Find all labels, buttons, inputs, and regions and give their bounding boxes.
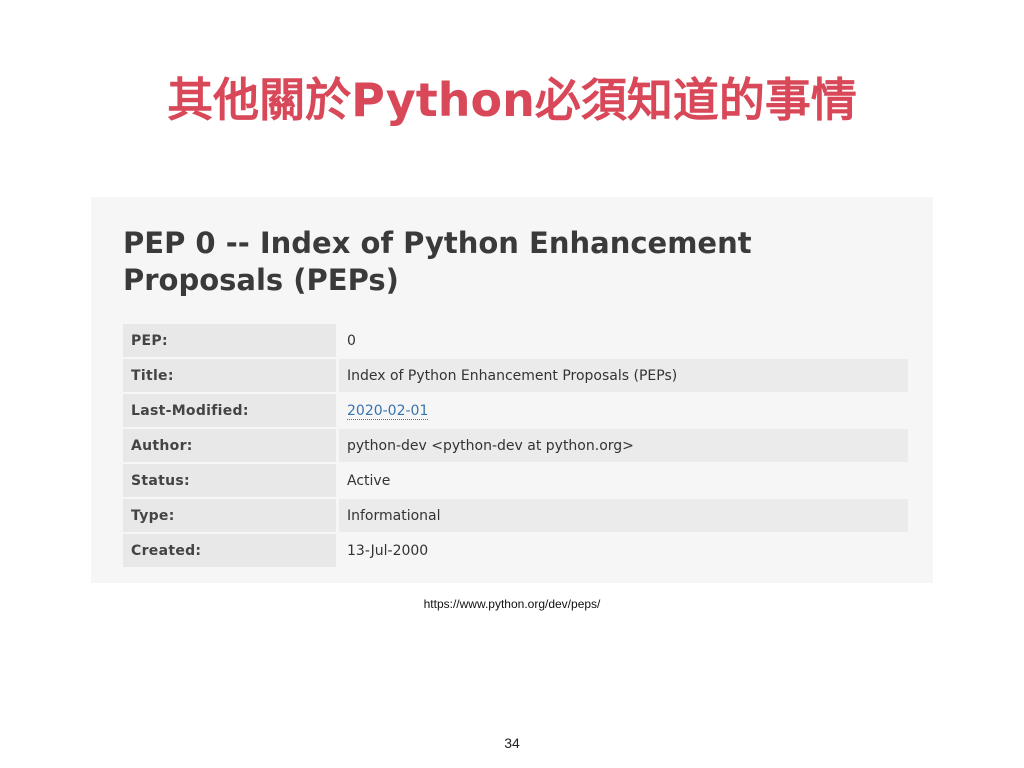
pep-screenshot-panel: PEP 0 -- Index of Python Enhancement Pro… — [91, 197, 933, 583]
row-value-last-modified: 2020-02-01 — [339, 394, 908, 427]
table-row-last-modified: Last-Modified: 2020-02-01 — [123, 394, 908, 427]
row-value-pep: 0 — [339, 324, 908, 357]
table-row-status: Status: Active — [123, 464, 908, 497]
table-row-title: Title: Index of Python Enhancement Propo… — [123, 359, 908, 392]
row-label-type: Type: — [123, 499, 339, 532]
row-value-created: 13-Jul-2000 — [339, 534, 908, 567]
table-row-type: Type: Informational — [123, 499, 908, 532]
table-row-created: Created: 13-Jul-2000 — [123, 534, 908, 567]
row-label-last-modified: Last-Modified: — [123, 394, 339, 427]
row-value-title: Index of Python Enhancement Proposals (P… — [339, 359, 908, 392]
row-label-status: Status: — [123, 464, 339, 497]
slide-title: 其他關於Python必須知道的事情 — [167, 73, 857, 127]
pep-metadata-table: PEP: 0 Title: Index of Python Enhancemen… — [123, 322, 908, 569]
row-value-type: Informational — [339, 499, 908, 532]
row-value-author: python-dev <python-dev at python.org> — [339, 429, 908, 462]
last-modified-link[interactable]: 2020-02-01 — [347, 402, 429, 420]
pep-heading: PEP 0 -- Index of Python Enhancement Pro… — [123, 226, 752, 297]
row-label-author: Author: — [123, 429, 339, 462]
source-url: https://www.python.org/dev/peps/ — [423, 597, 601, 611]
row-label-pep: PEP: — [123, 324, 339, 357]
row-value-status: Active — [339, 464, 908, 497]
page-number: 34 — [504, 735, 520, 751]
row-label-title: Title: — [123, 359, 339, 392]
table-row-author: Author: python-dev <python-dev at python… — [123, 429, 908, 462]
row-label-created: Created: — [123, 534, 339, 567]
table-row-pep: PEP: 0 — [123, 324, 908, 357]
